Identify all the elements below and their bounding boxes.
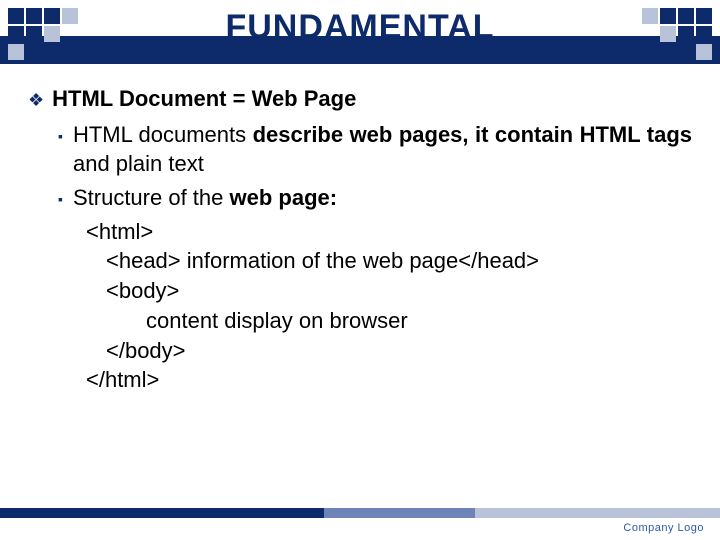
code-line: <head> information of the web page</head… bbox=[86, 246, 692, 276]
slide-content: ❖ HTML Document = Web Page ▪ HTML docume… bbox=[0, 70, 720, 395]
slide-title: FUNDAMENTAL bbox=[0, 8, 720, 47]
bullet-sub-1: ▪ HTML documents describe web pages, it … bbox=[58, 120, 692, 179]
diamond-bullet-icon: ❖ bbox=[28, 88, 44, 114]
text-bold: describe web pages, it contain HTML tags bbox=[253, 122, 692, 147]
bullet-sub-2-text: Structure of the web page: bbox=[73, 183, 337, 213]
code-line: content display on browser bbox=[86, 306, 692, 336]
code-line: <html> bbox=[86, 217, 692, 247]
text-plain: Structure of the bbox=[73, 185, 230, 210]
square-bullet-icon: ▪ bbox=[58, 127, 63, 179]
code-line: <body> bbox=[86, 276, 692, 306]
text-plain: and plain text bbox=[73, 151, 204, 176]
text-bold: web page: bbox=[230, 185, 338, 210]
square-bullet-icon: ▪ bbox=[58, 190, 63, 213]
bullet-sub-1-text: HTML documents describe web pages, it co… bbox=[73, 120, 692, 179]
bullet-main-text: HTML Document = Web Page bbox=[52, 84, 356, 114]
code-line: </body> bbox=[86, 336, 692, 366]
bullet-sub-2: ▪ Structure of the web page: bbox=[58, 183, 692, 213]
bullet-main: ❖ HTML Document = Web Page bbox=[28, 84, 692, 114]
footer-logo-text: Company Logo bbox=[623, 522, 704, 534]
text-plain: HTML documents bbox=[73, 122, 253, 147]
slide-header: FUNDAMENTAL bbox=[0, 0, 720, 70]
code-block: <html> <head> information of the web pag… bbox=[86, 217, 692, 395]
footer-bar bbox=[0, 508, 720, 518]
code-line: </html> bbox=[86, 365, 692, 395]
